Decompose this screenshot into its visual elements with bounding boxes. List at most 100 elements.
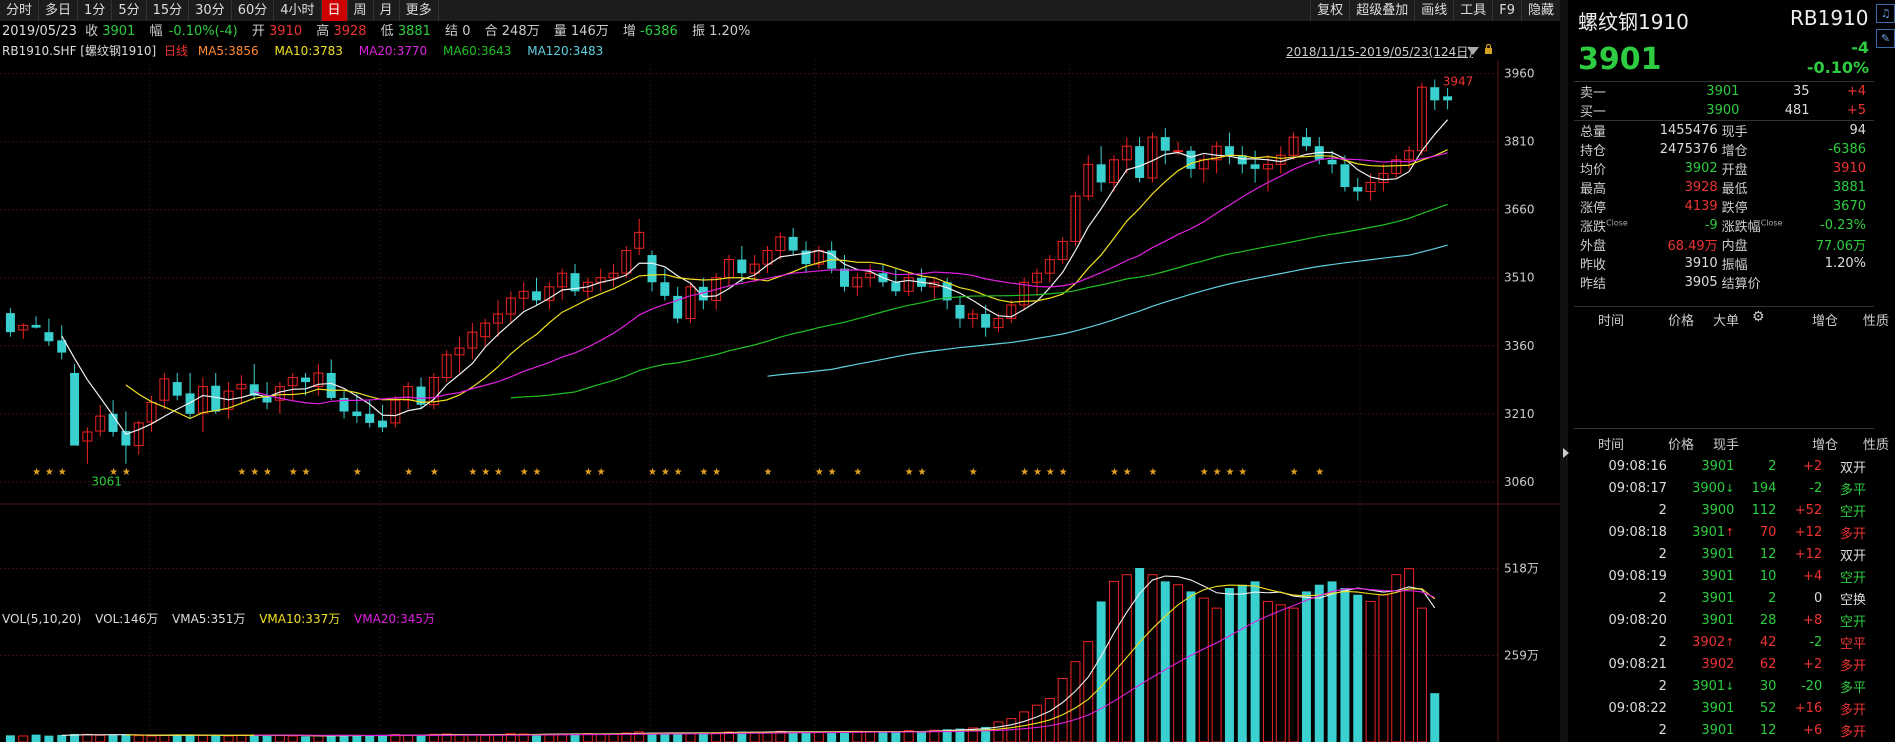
signal-star-icon: ★ xyxy=(237,467,246,478)
stat-label: 最低 xyxy=(1721,182,1748,197)
period-tab-3[interactable]: 5分 xyxy=(112,0,147,21)
edit-icon[interactable]: ✎ xyxy=(1876,29,1895,48)
tick-nature: 空换 xyxy=(1839,592,1866,608)
signal-star-icon: ★ xyxy=(1020,467,1029,478)
period-tab-7[interactable]: 4小时 xyxy=(274,0,322,21)
period-tab-8[interactable]: 日 xyxy=(321,0,348,21)
signal-star-icon: ★ xyxy=(1290,467,1299,478)
bell-icon[interactable]: ♫ xyxy=(1876,4,1895,23)
settings-gear-icon[interactable]: ⚙ xyxy=(1752,309,1765,325)
column-header: 大单 xyxy=(1713,314,1740,329)
tick-increment: +12 xyxy=(1794,546,1823,562)
stat-label: 跌停 xyxy=(1721,201,1748,216)
tick-volume: 112 xyxy=(1751,502,1777,518)
candle-body xyxy=(788,236,798,251)
volume-tick-label: 259万 xyxy=(1504,648,1539,662)
candle-body xyxy=(1327,159,1337,165)
price-change: -4 xyxy=(1851,38,1869,57)
signal-star-icon: ★ xyxy=(481,467,490,478)
signal-star-icon: ★ xyxy=(763,467,772,478)
toolbar-button-2[interactable]: 画线 xyxy=(1414,0,1453,21)
signal-star-icon: ★ xyxy=(815,467,824,478)
stat-value: 2475376 xyxy=(1659,142,1718,157)
tick-increment: -2 xyxy=(1809,634,1823,650)
candle-body xyxy=(737,259,747,274)
price-tick-label: 3660 xyxy=(1504,203,1535,217)
period-tab-4[interactable]: 15分 xyxy=(147,0,190,21)
candle-body xyxy=(1301,137,1311,147)
signal-star-icon: ★ xyxy=(828,467,837,478)
period-tab-0[interactable]: 分时 xyxy=(0,0,40,21)
volume-bar xyxy=(1353,594,1363,742)
tick-row: 09:08:18 3901↑ 70 +12 多开 xyxy=(1578,521,1868,543)
period-tab-2[interactable]: 1分 xyxy=(78,0,113,21)
lock-icon[interactable] xyxy=(1484,44,1493,54)
column-header: 增仓 xyxy=(1812,438,1839,453)
inc-label: 增 xyxy=(622,24,636,39)
amp-value: -0.10%(-4) xyxy=(168,24,238,39)
tick-nature: 空平 xyxy=(1839,636,1866,652)
stat-value: 77.06万 xyxy=(1815,239,1866,254)
candle-body xyxy=(172,382,182,396)
tick-volume: 42 xyxy=(1759,634,1777,650)
candle-body xyxy=(352,411,362,417)
tick-nature: 多开 xyxy=(1839,658,1866,674)
tick-nature: 多开 xyxy=(1839,702,1866,718)
symbol-label: RB1910.SHF [螺纹钢1910] xyxy=(2,44,157,58)
tick-price: 3900 xyxy=(1701,502,1735,518)
tick-volume: 12 xyxy=(1759,722,1777,738)
toolbar-button-1[interactable]: 超级叠加 xyxy=(1349,0,1414,21)
candle-body xyxy=(532,291,542,301)
ask-increment: +4 xyxy=(1846,84,1866,99)
tick-price: 3901 xyxy=(1701,568,1735,584)
stat-label: 昨收 xyxy=(1580,258,1607,273)
signal-star-icon: ★ xyxy=(1033,467,1042,478)
price-tick-label: 3810 xyxy=(1504,135,1535,149)
period-tab-10[interactable]: 月 xyxy=(374,0,400,21)
tick-price: 3901 xyxy=(1701,700,1735,716)
signal-star-icon: ★ xyxy=(1213,467,1222,478)
period-tab-11[interactable]: 更多 xyxy=(400,0,439,21)
high-value: 3928 xyxy=(333,24,367,39)
period-tab-6[interactable]: 60分 xyxy=(232,0,275,21)
volume-legend: VOL(5,10,20) VOL:146万 VMA5:351万 VMA10:33… xyxy=(0,610,445,628)
stat-value: 1.20% xyxy=(1824,256,1866,271)
candle-body xyxy=(1443,96,1453,101)
stat-label: 涨跌Close xyxy=(1580,218,1628,235)
date-range-label[interactable]: 2018/11/15-2019/05/23(124日) xyxy=(1286,43,1473,60)
candle-body xyxy=(1186,150,1196,169)
toolbar-button-0[interactable]: 复权 xyxy=(1310,0,1349,21)
stat-value: 3902 xyxy=(1684,161,1718,176)
max-price-label: 3947 xyxy=(1443,75,1474,89)
stats-row: 外盘 68.49万 内盘 77.06万 xyxy=(1578,235,1868,254)
signal-star-icon: ★ xyxy=(917,467,926,478)
tick-nature: 空开 xyxy=(1839,570,1866,586)
signal-star-icon: ★ xyxy=(45,467,54,478)
period-tab-9[interactable]: 周 xyxy=(348,0,374,21)
toolbar-button-3[interactable]: 工具 xyxy=(1453,0,1492,21)
tick-volume: 52 xyxy=(1759,700,1777,716)
column-header: 价格 xyxy=(1668,314,1695,329)
candle-body xyxy=(1340,164,1350,188)
stat-label: 振幅 xyxy=(1721,258,1748,273)
kline-chart[interactable]: 396038103660351033603210306039473061★ ★ ★ ★… xyxy=(0,60,1560,742)
tick-row: 09:08:19 3901 10 +4 空开 xyxy=(1578,565,1868,587)
low-label: 低 xyxy=(380,24,394,39)
signal-star-icon: ★ xyxy=(1059,467,1068,478)
tick-time: 2 xyxy=(1658,502,1667,518)
signal-star-icon: ★ xyxy=(109,467,118,478)
tick-volume: 194 xyxy=(1751,480,1777,496)
quote-summary-bar: 2019/05/23 收 3901 幅 -0.10%(-4) 开 3910 高 … xyxy=(0,21,1562,42)
stat-value: 3910 xyxy=(1832,161,1866,176)
period-tab-5[interactable]: 30分 xyxy=(189,0,232,21)
tick-price: 3901 xyxy=(1701,546,1735,562)
ma10-label: MA10:3783 xyxy=(274,44,343,58)
expand-panel-icon[interactable] xyxy=(1563,448,1569,458)
stat-value xyxy=(1800,273,1868,292)
period-tab-1[interactable]: 多日 xyxy=(39,0,79,21)
toolbar-button-4[interactable]: F9 xyxy=(1492,0,1521,21)
tick-increment: +52 xyxy=(1794,502,1823,518)
range-dropdown-icon[interactable] xyxy=(1467,47,1479,55)
tick-volume: 28 xyxy=(1759,612,1777,628)
toolbar-button-5[interactable]: 隐藏 xyxy=(1520,0,1560,21)
